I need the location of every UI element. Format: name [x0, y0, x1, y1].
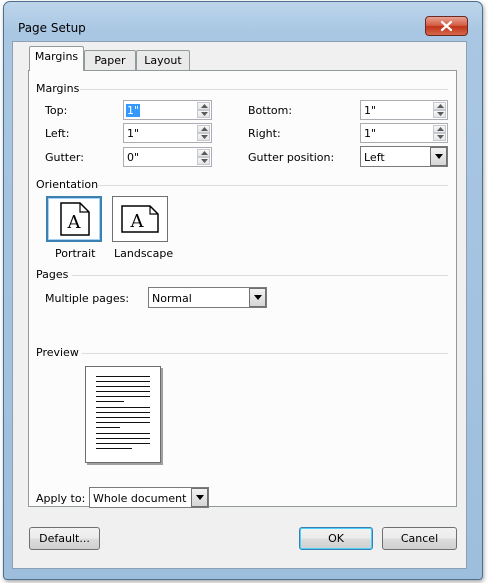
top-margin-spinner[interactable]: 1": [123, 100, 212, 120]
bottom-spin-down[interactable]: [433, 110, 446, 118]
spin-up-icon: [201, 104, 208, 108]
cancel-button-label: Cancel: [400, 532, 439, 545]
right-spin-up[interactable]: [433, 125, 446, 133]
bottom-label: Bottom:: [248, 104, 293, 117]
orientation-section-label: Orientation: [36, 178, 99, 191]
left-spin-up[interactable]: [197, 125, 210, 133]
cancel-button[interactable]: Cancel: [382, 527, 457, 550]
chevron-down-icon: [196, 495, 204, 500]
portrait-label: Portrait: [55, 247, 96, 260]
right-margin-spinner[interactable]: 1": [360, 123, 448, 143]
preview-separator: [82, 353, 448, 354]
top-margin-value[interactable]: 1": [126, 104, 141, 117]
right-spin-down[interactable]: [433, 133, 446, 141]
multiple-pages-value: Normal: [152, 292, 192, 305]
default-button[interactable]: Default...: [29, 527, 100, 550]
apply-to-label: Apply to:: [36, 492, 86, 505]
gutter-position-dropdown[interactable]: Left: [360, 146, 448, 167]
default-button-label: Default...: [39, 532, 90, 545]
gutter-label: Gutter:: [45, 151, 84, 164]
landscape-page-icon: A: [121, 205, 159, 233]
spin-down-icon: [437, 135, 444, 139]
spin-down-icon: [201, 135, 208, 139]
left-label: Left:: [45, 127, 70, 140]
spin-up-icon: [201, 127, 208, 131]
apply-to-dropdown[interactable]: Whole document: [89, 487, 209, 508]
multiple-pages-dropdown-button[interactable]: [249, 288, 266, 307]
multiple-pages-label: Multiple pages:: [45, 292, 130, 305]
landscape-button[interactable]: A: [112, 196, 168, 242]
tab-margins-label: Margins: [34, 50, 79, 63]
gutter-spin-down[interactable]: [197, 157, 210, 165]
left-spin-down[interactable]: [197, 133, 210, 141]
preview-section-label: Preview: [36, 346, 79, 359]
spin-down-icon: [201, 112, 208, 116]
bottom-spin-up[interactable]: [433, 102, 446, 110]
gutter-position-value: Left: [364, 151, 385, 164]
portrait-icon-letter: A: [67, 212, 82, 233]
tab-layout[interactable]: Layout: [136, 50, 190, 72]
spin-up-icon: [437, 127, 444, 131]
portrait-button[interactable]: A: [46, 196, 102, 242]
gutter-position-label: Gutter position:: [248, 151, 335, 164]
left-margin-value[interactable]: 1": [127, 127, 139, 140]
portrait-page-icon: A: [60, 202, 90, 236]
bottom-margin-spinner[interactable]: 1": [360, 100, 448, 120]
top-label: Top:: [45, 104, 68, 117]
spin-up-icon: [201, 151, 208, 155]
pages-separator: [72, 275, 448, 276]
landscape-label: Landscape: [114, 247, 174, 260]
left-margin-spinner[interactable]: 1": [123, 123, 212, 143]
chevron-down-icon: [435, 154, 443, 159]
close-button[interactable]: [425, 16, 468, 36]
top-spin-down[interactable]: [197, 110, 210, 118]
chevron-down-icon: [254, 295, 262, 300]
bottom-margin-value[interactable]: 1": [364, 104, 376, 117]
apply-to-value: Whole document: [93, 492, 187, 505]
margins-separator: [80, 89, 448, 90]
spin-up-icon: [437, 104, 444, 108]
gutter-spin-up[interactable]: [197, 149, 210, 157]
ok-button[interactable]: OK: [299, 527, 373, 550]
right-margin-value[interactable]: 1": [364, 127, 376, 140]
window-title: Page Setup: [18, 21, 86, 35]
tab-paper[interactable]: Paper: [84, 50, 136, 72]
spin-down-icon: [201, 159, 208, 163]
tab-paper-label: Paper: [94, 54, 126, 67]
gutter-spinner[interactable]: 0": [123, 147, 212, 167]
gutter-position-dropdown-button[interactable]: [430, 147, 447, 166]
spin-down-icon: [437, 112, 444, 116]
tab-margins[interactable]: Margins: [29, 46, 84, 71]
landscape-icon-letter: A: [130, 211, 145, 232]
multiple-pages-dropdown[interactable]: Normal: [148, 287, 267, 308]
right-label: Right:: [248, 127, 281, 140]
apply-to-dropdown-button[interactable]: [191, 488, 208, 507]
gutter-value[interactable]: 0": [127, 151, 139, 164]
pages-section-label: Pages: [36, 268, 69, 281]
ok-button-label: OK: [328, 532, 344, 545]
close-icon: [440, 20, 453, 32]
preview-page: [85, 366, 161, 463]
margins-section-label: Margins: [36, 82, 80, 95]
tab-layout-label: Layout: [144, 54, 182, 67]
top-spin-up[interactable]: [197, 102, 210, 110]
orientation-separator: [98, 185, 448, 186]
